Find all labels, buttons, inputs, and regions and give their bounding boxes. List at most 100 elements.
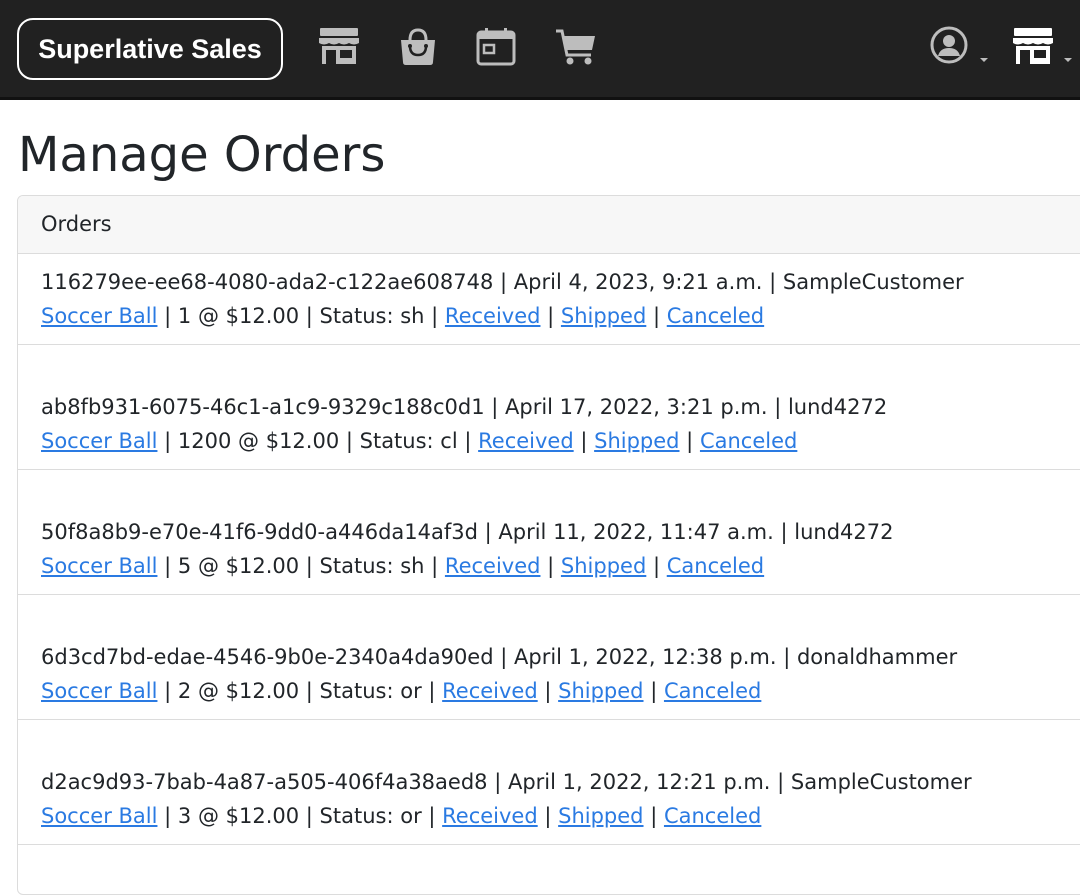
page-title: Manage Orders [18, 127, 386, 183]
order-customer: lund4272 [787, 395, 888, 419]
order-row: d2ac9d93-7bab-4a87-a505-406f4a38aed8 | A… [18, 720, 1080, 845]
order-id: 50f8a8b9-e70e-41f6-9dd0-a446da14af3d [41, 520, 478, 544]
order-status: sh [400, 304, 425, 328]
status-prefix: Status: [359, 429, 441, 453]
separator: | [157, 554, 178, 578]
status-prefix: Status: [319, 304, 401, 328]
order-date: April 4, 2023, 9:21 a.m. [513, 270, 763, 294]
order-price: $12.00 [225, 304, 300, 328]
separator: | [762, 270, 783, 294]
separator: | [299, 804, 320, 828]
cart-icon[interactable] [553, 24, 599, 70]
order-row: 116279ee-ee68-4080-ada2-c122ae608748 | A… [18, 254, 1080, 345]
mark-canceled-link[interactable]: Canceled [667, 554, 764, 578]
separator: | [679, 429, 700, 453]
mark-shipped-link[interactable]: Shipped [594, 429, 679, 453]
status-prefix: Status: [319, 804, 401, 828]
separator: | [424, 304, 445, 328]
product-link[interactable]: Soccer Ball [41, 679, 157, 703]
order-customer: SampleCustomer [790, 770, 972, 794]
mark-canceled-link[interactable]: Canceled [700, 429, 797, 453]
mark-received-link[interactable]: Received [478, 429, 574, 453]
separator: | [643, 679, 664, 703]
separator: | [643, 804, 664, 828]
mark-shipped-link[interactable]: Shipped [558, 804, 643, 828]
separator: | [540, 554, 561, 578]
mark-received-link[interactable]: Received [442, 679, 538, 703]
top-navbar: Superlative Sales [0, 0, 1080, 100]
separator: | [573, 429, 595, 453]
user-account-icon[interactable] [926, 24, 972, 70]
order-quantity: 1200 [177, 429, 232, 453]
at-symbol: @ [231, 429, 266, 453]
order-detail-line: Soccer Ball | 3 @ $12.00 | Status: or | … [41, 802, 761, 830]
order-date: April 17, 2022, 3:21 p.m. [505, 395, 768, 419]
mark-received-link[interactable]: Received [445, 554, 541, 578]
order-row: 50f8a8b9-e70e-41f6-9dd0-a446da14af3d | A… [18, 470, 1080, 595]
order-detail-line: Soccer Ball | 1200 @ $12.00 | Status: cl… [41, 427, 797, 455]
separator: | [157, 679, 178, 703]
order-status: cl [440, 429, 458, 453]
separator: | [484, 395, 505, 419]
status-prefix: Status: [319, 554, 401, 578]
order-quantity: 3 [177, 804, 192, 828]
product-link[interactable]: Soccer Ball [41, 554, 157, 578]
order-id: d2ac9d93-7bab-4a87-a505-406f4a38aed8 [41, 770, 488, 794]
separator: | [299, 554, 320, 578]
mark-canceled-link[interactable]: Canceled [667, 304, 764, 328]
separator: | [493, 270, 514, 294]
order-id: 6d3cd7bd-edae-4546-9b0e-2340a4da90ed [41, 645, 494, 669]
user-menu-caret-icon[interactable] [980, 58, 988, 62]
calendar-icon[interactable] [473, 24, 519, 70]
order-detail-line: Soccer Ball | 1 @ $12.00 | Status: sh | … [41, 302, 764, 330]
separator: | [421, 679, 443, 703]
order-date: April 11, 2022, 11:47 a.m. [498, 520, 774, 544]
order-date: April 1, 2022, 12:21 p.m. [507, 770, 771, 794]
separator: | [477, 520, 499, 544]
separator: | [770, 770, 791, 794]
separator: | [773, 520, 795, 544]
separator: | [537, 679, 559, 703]
order-row: ab8fb931-6075-46c1-a1c9-9329c188c0d1 | A… [18, 345, 1080, 470]
order-price: $12.00 [225, 679, 300, 703]
store-menu-icon[interactable] [1010, 24, 1056, 70]
mark-shipped-link[interactable]: Shipped [561, 304, 646, 328]
mark-shipped-link[interactable]: Shipped [558, 679, 643, 703]
orders-card: Orders 116279ee-ee68-4080-ada2-c122ae608… [17, 195, 1080, 895]
store-menu-caret-icon[interactable] [1064, 58, 1072, 62]
order-detail-line: Soccer Ball | 2 @ $12.00 | Status: or | … [41, 677, 761, 705]
separator: | [540, 304, 561, 328]
separator: | [424, 554, 445, 578]
order-date: April 1, 2022, 12:38 p.m. [514, 645, 777, 669]
mark-canceled-link[interactable]: Canceled [664, 679, 761, 703]
separator: | [299, 679, 320, 703]
mark-canceled-link[interactable]: Canceled [664, 804, 761, 828]
order-status: or [400, 679, 422, 703]
at-symbol: @ [191, 554, 226, 578]
separator: | [646, 304, 667, 328]
separator: | [299, 304, 320, 328]
separator: | [646, 554, 667, 578]
shopping-bag-icon[interactable] [395, 24, 441, 70]
order-summary-line: ab8fb931-6075-46c1-a1c9-9329c188c0d1 | A… [41, 393, 887, 421]
separator: | [157, 429, 178, 453]
at-symbol: @ [191, 804, 226, 828]
product-link[interactable]: Soccer Ball [41, 804, 157, 828]
product-link[interactable]: Soccer Ball [41, 429, 157, 453]
mark-received-link[interactable]: Received [442, 804, 538, 828]
order-detail-line: Soccer Ball | 5 @ $12.00 | Status: sh | … [41, 552, 764, 580]
at-symbol: @ [191, 679, 226, 703]
brand-home-link[interactable]: Superlative Sales [17, 18, 283, 80]
order-summary-line: 50f8a8b9-e70e-41f6-9dd0-a446da14af3d | A… [41, 518, 893, 546]
product-link[interactable]: Soccer Ball [41, 304, 157, 328]
mark-shipped-link[interactable]: Shipped [561, 554, 646, 578]
separator: | [537, 804, 559, 828]
order-customer: SampleCustomer [782, 270, 964, 294]
order-summary-line: 116279ee-ee68-4080-ada2-c122ae608748 | A… [41, 268, 964, 296]
storefront-icon[interactable] [316, 24, 362, 70]
separator: | [487, 770, 508, 794]
mark-received-link[interactable]: Received [445, 304, 541, 328]
separator: | [767, 395, 788, 419]
separator: | [339, 429, 360, 453]
at-symbol: @ [191, 304, 226, 328]
